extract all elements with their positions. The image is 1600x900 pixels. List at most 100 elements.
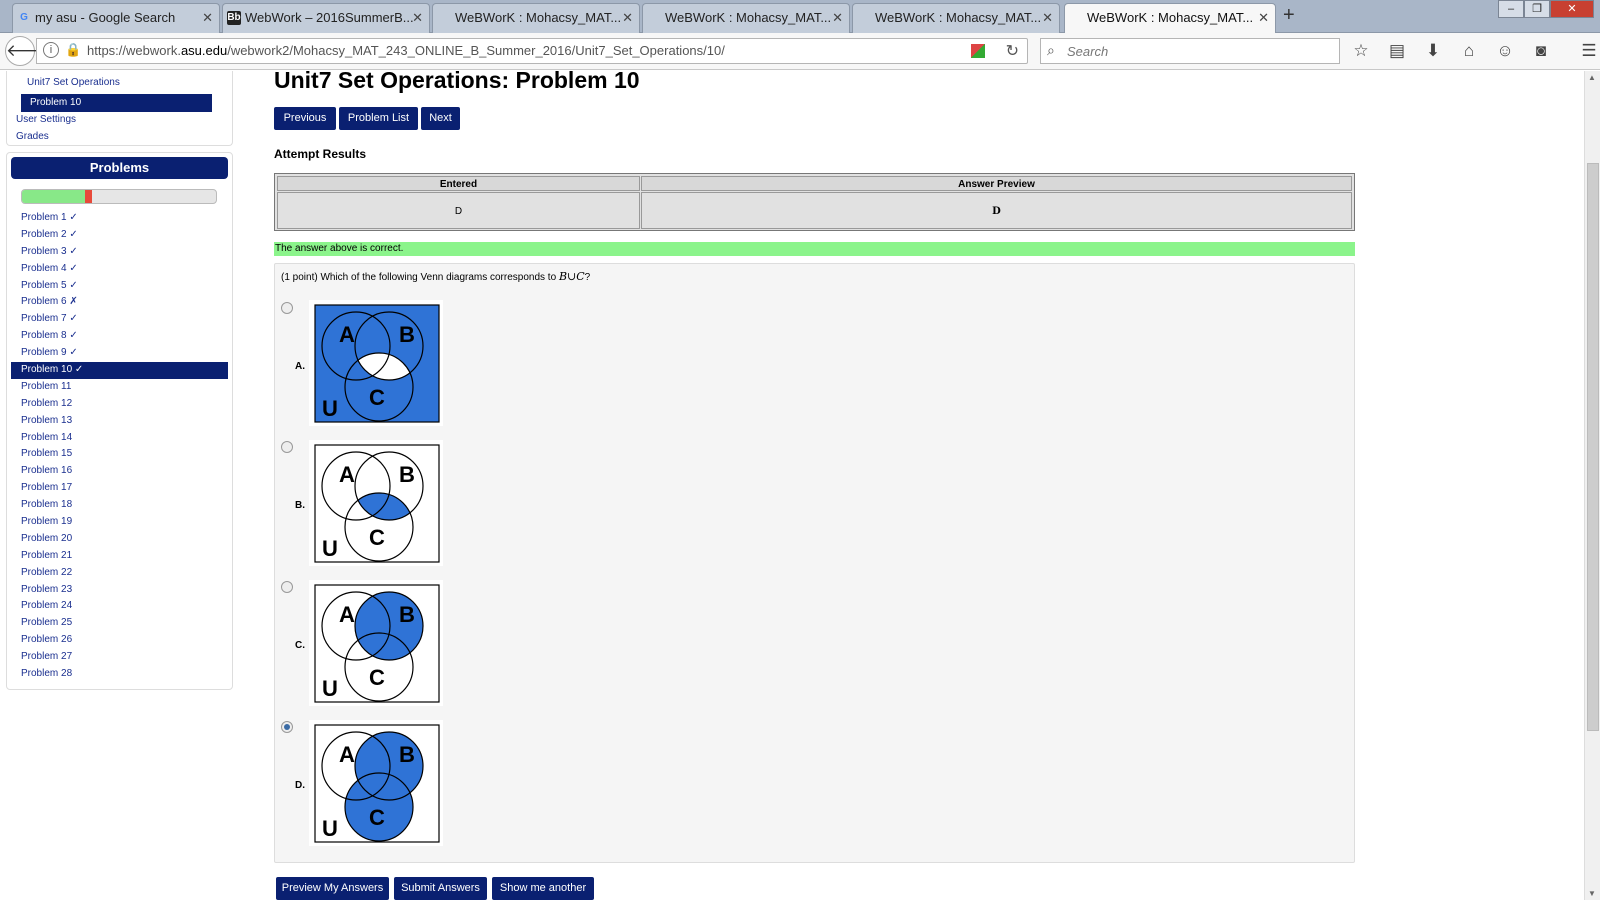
previous-button[interactable]: Previous — [274, 107, 336, 130]
blackboard-icon: Bb — [227, 11, 241, 25]
problem-link-21[interactable]: Problem 21 — [11, 548, 228, 565]
venn-label-u: U — [322, 676, 338, 701]
option-c-label: C. — [295, 640, 305, 651]
preview-column-header: Answer Preview — [641, 176, 1352, 191]
address-bar[interactable]: i 🔒 https://webwork.asu.edu/webwork2/Moh… — [36, 38, 1028, 64]
tab-title: WeBWorK : Mohacsy_MAT... — [455, 10, 622, 25]
reload-icon[interactable]: ↻ — [1006, 41, 1019, 61]
option-c-venn[interactable]: A B C U — [309, 580, 443, 706]
problem-link-10[interactable]: Problem 10 ✓ — [11, 362, 228, 379]
tab-close-icon[interactable]: ✕ — [832, 4, 843, 32]
option-c-radio[interactable] — [281, 581, 293, 593]
search-icon: ⌕ — [1047, 42, 1055, 58]
bookmark-star-icon[interactable]: ☆ — [1350, 39, 1372, 63]
problem-link-2[interactable]: Problem 2 ✓ — [11, 227, 228, 244]
problem-link-19[interactable]: Problem 19 — [11, 514, 228, 531]
problem-link-12[interactable]: Problem 12 — [11, 396, 228, 413]
search-box[interactable]: ⌕ Search — [1040, 38, 1340, 64]
problem-link-25[interactable]: Problem 25 — [11, 615, 228, 632]
page-scrollbar[interactable]: ▲ ▼ — [1584, 71, 1600, 900]
option-a-label: A. — [295, 361, 305, 372]
problem-link-3[interactable]: Problem 3 ✓ — [11, 244, 228, 261]
tab-strip: G my asu - Google Search ✕ Bb WebWork – … — [0, 0, 1600, 33]
problem-link-1[interactable]: Problem 1 ✓ — [11, 210, 228, 227]
venn-diagram-d: A B C U — [314, 724, 440, 843]
window-close-icon[interactable]: ✕ — [1550, 0, 1594, 18]
tab-close-icon[interactable]: ✕ — [1258, 4, 1269, 32]
menu-icon[interactable]: ☰ — [1578, 39, 1600, 63]
progress-fill — [22, 190, 88, 203]
browser-tab-4[interactable]: WeBWorK : Mohacsy_MAT... ✕ — [642, 3, 850, 33]
maximize-icon[interactable]: ❐ — [1524, 0, 1550, 18]
browser-tab-5[interactable]: WeBWorK : Mohacsy_MAT... ✕ — [852, 3, 1060, 33]
chat-icon[interactable]: ☺ — [1494, 39, 1516, 63]
problem-link-5[interactable]: Problem 5 ✓ — [11, 278, 228, 295]
next-button[interactable]: Next — [421, 107, 460, 130]
pocket-icon[interactable]: ◙ — [1530, 39, 1552, 63]
problem-link-18[interactable]: Problem 18 — [11, 497, 228, 514]
venn-label-a: A — [339, 602, 355, 627]
problem-link-6[interactable]: Problem 6 ✗ — [11, 294, 228, 311]
tab-close-icon[interactable]: ✕ — [202, 4, 213, 32]
option-a-venn[interactable]: A B C U — [309, 300, 443, 426]
problem-link-16[interactable]: Problem 16 — [11, 463, 228, 480]
problem-link-26[interactable]: Problem 26 — [11, 632, 228, 649]
problem-link-8[interactable]: Problem 8 ✓ — [11, 328, 228, 345]
problem-link-24[interactable]: Problem 24 — [11, 598, 228, 615]
option-d-venn[interactable]: A B C U — [309, 720, 443, 846]
venn-label-c: C — [369, 385, 385, 410]
problem-link-9[interactable]: Problem 9 ✓ — [11, 345, 228, 362]
submit-answers-button[interactable]: Submit Answers — [394, 877, 487, 900]
sidebar-set-link[interactable]: Unit7 Set Operations — [27, 77, 120, 88]
venn-diagram-a: A B C U — [314, 304, 440, 423]
problem-link-23[interactable]: Problem 23 — [11, 582, 228, 599]
problem-link-4[interactable]: Problem 4 ✓ — [11, 261, 228, 278]
navigation-toolbar: 🡐 i 🔒 https://webwork.asu.edu/webwork2/M… — [0, 33, 1600, 70]
new-tab-icon[interactable]: + — [1283, 4, 1295, 27]
grades-link[interactable]: Grades — [16, 131, 49, 142]
problem-link-15[interactable]: Problem 15 — [11, 446, 228, 463]
home-icon[interactable]: ⌂ — [1458, 39, 1480, 63]
problem-link-20[interactable]: Problem 20 — [11, 531, 228, 548]
problem-link-28[interactable]: Problem 28 — [11, 666, 228, 683]
tab-close-icon[interactable]: ✕ — [412, 4, 423, 32]
venn-label-b: B — [399, 742, 415, 767]
download-icon[interactable]: ⬇ — [1422, 39, 1444, 63]
problem-link-17[interactable]: Problem 17 — [11, 480, 228, 497]
browser-tab-1[interactable]: G my asu - Google Search ✕ — [12, 3, 220, 33]
browser-tab-3[interactable]: WeBWorK : Mohacsy_MAT... ✕ — [432, 3, 640, 33]
problem-link-27[interactable]: Problem 27 — [11, 649, 228, 666]
tab-close-icon[interactable]: ✕ — [622, 4, 633, 32]
back-arrow-icon[interactable]: 🡐 — [5, 36, 52, 66]
scroll-down-icon[interactable]: ▼ — [1588, 889, 1596, 898]
tab-title: my asu - Google Search — [35, 10, 176, 25]
problem-link-11[interactable]: Problem 11 — [11, 379, 228, 396]
scrollbar-thumb[interactable] — [1587, 163, 1599, 731]
problem-link-7[interactable]: Problem 7 ✓ — [11, 311, 228, 328]
problem-list-button[interactable]: Problem List — [339, 107, 418, 130]
show-another-button[interactable]: Show me another — [492, 877, 594, 900]
toolbar-icons: ☆ ▤ ⬇ ⌂ ☺ ◙ ☰ — [1350, 39, 1600, 63]
scroll-up-icon[interactable]: ▲ — [1588, 73, 1596, 82]
problem-link-14[interactable]: Problem 14 — [11, 430, 228, 447]
tab-close-icon[interactable]: ✕ — [1042, 4, 1053, 32]
option-b-radio[interactable] — [281, 441, 293, 453]
option-a-radio[interactable] — [281, 302, 293, 314]
info-icon[interactable]: i — [43, 42, 59, 58]
option-b-venn[interactable]: A B C U — [309, 440, 443, 566]
minimize-icon[interactable]: – — [1498, 0, 1524, 18]
lock-icon: 🔒 — [65, 42, 82, 57]
problem-link-22[interactable]: Problem 22 — [11, 565, 228, 582]
browser-tab-6-active[interactable]: WeBWorK : Mohacsy_MAT... ✕ — [1064, 3, 1276, 33]
sidebar-current-problem[interactable]: Problem 10 — [21, 94, 212, 112]
tab-title: WebWork – 2016SummerB... — [245, 10, 414, 25]
problem-link-13[interactable]: Problem 13 — [11, 413, 228, 430]
reading-list-icon[interactable]: ▤ — [1386, 39, 1408, 63]
browser-tab-2[interactable]: Bb WebWork – 2016SummerB... ✕ — [222, 3, 430, 33]
entered-column-header: Entered — [277, 176, 640, 191]
option-d-radio[interactable] — [281, 721, 293, 733]
preview-answers-button[interactable]: Preview My Answers — [276, 877, 389, 900]
venn-label-c: C — [369, 525, 385, 550]
user-settings-link[interactable]: User Settings — [16, 114, 76, 125]
extension-icon[interactable] — [971, 44, 985, 58]
